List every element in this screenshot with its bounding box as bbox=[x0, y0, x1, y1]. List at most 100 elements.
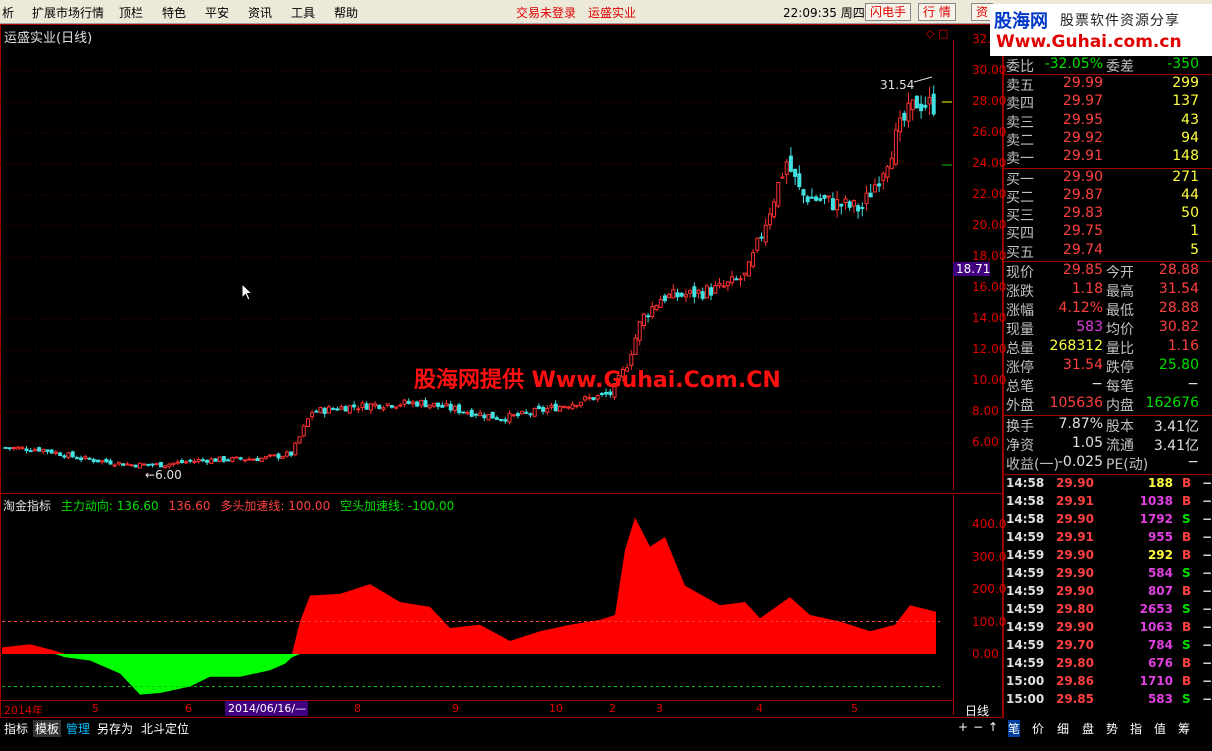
chart-options-icon[interactable]: ◇ □ bbox=[926, 27, 948, 40]
tab-value[interactable]: 值 bbox=[1154, 720, 1166, 737]
candle-body bbox=[595, 394, 600, 400]
menu-item-features[interactable]: 特色 bbox=[162, 4, 186, 21]
candle-body bbox=[877, 183, 882, 187]
candle-body bbox=[247, 458, 252, 461]
tick-row[interactable]: 14:59 29.70 784 S − bbox=[1004, 638, 1212, 656]
candle-body bbox=[692, 286, 697, 298]
candle-body bbox=[671, 289, 676, 299]
tick-side: B bbox=[1182, 476, 1192, 490]
candle-body bbox=[129, 464, 134, 467]
ask-row[interactable]: 卖五 29.99 299 bbox=[1004, 75, 1212, 94]
tick-side: B bbox=[1182, 548, 1192, 562]
trade-login-status[interactable]: 交易未登录 bbox=[516, 4, 576, 21]
tab-chips[interactable]: 筹 bbox=[1178, 720, 1190, 737]
stat-label: 均价 bbox=[1106, 322, 1134, 338]
candle-body bbox=[553, 403, 558, 412]
tick-row[interactable]: 14:59 29.90 807 B − bbox=[1004, 584, 1212, 602]
menu-item-news[interactable]: 资讯 bbox=[248, 4, 272, 21]
tick-row[interactable]: 14:58 29.90 1792 S − bbox=[1004, 512, 1212, 530]
ask-volume: 148 bbox=[1172, 148, 1199, 165]
tab-beidou[interactable]: 北斗定位 bbox=[141, 720, 189, 737]
bid-row[interactable]: 买四 29.75 1 bbox=[1004, 223, 1212, 242]
candle-body bbox=[419, 399, 424, 406]
tick-row[interactable]: 14:59 29.90 584 S − bbox=[1004, 566, 1212, 584]
candle-body bbox=[364, 403, 369, 410]
fund-label: 股本 bbox=[1106, 419, 1134, 435]
tab-ticks[interactable]: 笔 bbox=[1008, 720, 1021, 737]
bid-row[interactable]: 买三 29.83 50 bbox=[1004, 205, 1212, 224]
menu-item-tools[interactable]: 工具 bbox=[291, 4, 315, 21]
stat-label: 内盘 bbox=[1106, 398, 1134, 414]
candle-body bbox=[87, 457, 92, 460]
quote-button[interactable]: 行 情 bbox=[918, 3, 956, 21]
tab-orderbook[interactable]: 盘 bbox=[1082, 720, 1094, 737]
period-label[interactable]: 日线 bbox=[965, 702, 989, 719]
candle-body bbox=[696, 289, 701, 294]
candle-body bbox=[910, 99, 915, 111]
tick-row[interactable]: 14:59 29.80 2653 S − bbox=[1004, 602, 1212, 620]
ask-row[interactable]: 卖三 29.95 43 bbox=[1004, 112, 1212, 131]
tick-dash: − bbox=[1202, 692, 1212, 706]
candle-body bbox=[263, 456, 268, 459]
tab-index[interactable]: 指 bbox=[1130, 720, 1142, 737]
tick-row[interactable]: 15:00 29.85 583 S − bbox=[1004, 692, 1212, 710]
tab-price[interactable]: 价 bbox=[1032, 720, 1044, 737]
zoom-out-button[interactable]: − bbox=[973, 720, 983, 734]
menu-item-analysis[interactable]: 析 bbox=[2, 4, 14, 21]
brand-name: 股海网 bbox=[994, 11, 1048, 32]
tab-manage[interactable]: 管理 bbox=[66, 720, 90, 737]
candlestick-chart[interactable] bbox=[0, 40, 953, 495]
stat-value: 28.88 bbox=[1158, 300, 1199, 316]
candle-body bbox=[45, 449, 50, 452]
bid-row[interactable]: 买二 29.87 44 bbox=[1004, 187, 1212, 206]
tab-detail[interactable]: 细 bbox=[1057, 720, 1069, 737]
tick-row[interactable]: 14:59 29.90 1063 B − bbox=[1004, 620, 1212, 638]
candle-body bbox=[427, 404, 432, 409]
menu-item-help[interactable]: 帮助 bbox=[334, 4, 358, 21]
stat-label: 跌停 bbox=[1106, 360, 1134, 376]
menu-item-pingan[interactable]: 平安 bbox=[205, 4, 229, 21]
candle-body bbox=[58, 452, 63, 457]
candle-body bbox=[373, 403, 378, 407]
zoom-in-button[interactable]: + bbox=[958, 720, 968, 734]
tick-row[interactable]: 14:59 29.80 676 B − bbox=[1004, 656, 1212, 674]
candle-body bbox=[503, 419, 508, 422]
candle-body bbox=[310, 412, 315, 418]
stat-label: 涨幅 bbox=[1006, 303, 1034, 319]
weicha-value: -350 bbox=[1167, 56, 1199, 72]
ask-row[interactable]: 卖一 29.91 148 bbox=[1004, 148, 1212, 167]
ask-row[interactable]: 卖二 29.92 94 bbox=[1004, 130, 1212, 149]
flash-trade-button[interactable]: 闪电手 bbox=[865, 3, 912, 21]
tick-row[interactable]: 14:58 29.90 188 B − bbox=[1004, 476, 1212, 494]
tick-row[interactable]: 14:59 29.91 955 B − bbox=[1004, 530, 1212, 548]
ask-label: 卖三 bbox=[1006, 114, 1034, 131]
candle-body bbox=[301, 425, 306, 437]
tick-row[interactable]: 14:58 29.91 1038 B − bbox=[1004, 494, 1212, 512]
candle-body bbox=[368, 403, 373, 411]
menu-item-topbar[interactable]: 顶栏 bbox=[119, 4, 143, 21]
candle-body bbox=[583, 396, 588, 401]
indicator-chart[interactable] bbox=[0, 510, 953, 700]
stat-row: 涨停 31.54 跌停 25.80 bbox=[1004, 357, 1212, 376]
date-tick: 6 bbox=[185, 702, 192, 715]
candle-body bbox=[343, 406, 348, 412]
candle-body bbox=[793, 168, 798, 177]
menu-item-extended-market[interactable]: 扩展市场行情 bbox=[32, 4, 104, 21]
bid-row[interactable]: 买五 29.74 5 bbox=[1004, 242, 1212, 261]
bid-row[interactable]: 买一 29.90 271 bbox=[1004, 169, 1212, 188]
tick-row[interactable]: 14:59 29.90 292 B − bbox=[1004, 548, 1212, 566]
ask-row[interactable]: 卖四 29.97 137 bbox=[1004, 93, 1212, 112]
candle-body bbox=[318, 407, 323, 413]
candle-body bbox=[188, 459, 193, 462]
candle-body bbox=[633, 337, 638, 355]
arrow-up-button[interactable]: ↑ bbox=[988, 720, 998, 734]
tick-time: 14:59 bbox=[1006, 530, 1045, 544]
candle-body bbox=[389, 405, 394, 408]
brand-tagline: 股票软件资源分享 bbox=[1060, 13, 1180, 29]
tick-volume: 676 bbox=[1147, 656, 1173, 670]
tab-template[interactable]: 模板 bbox=[33, 720, 62, 737]
tick-row[interactable]: 15:00 29.86 1710 B − bbox=[1004, 674, 1212, 692]
tab-save-as[interactable]: 另存为 bbox=[97, 720, 133, 737]
tab-indicator[interactable]: 指标 bbox=[4, 720, 28, 737]
tab-trend[interactable]: 势 bbox=[1106, 720, 1118, 737]
